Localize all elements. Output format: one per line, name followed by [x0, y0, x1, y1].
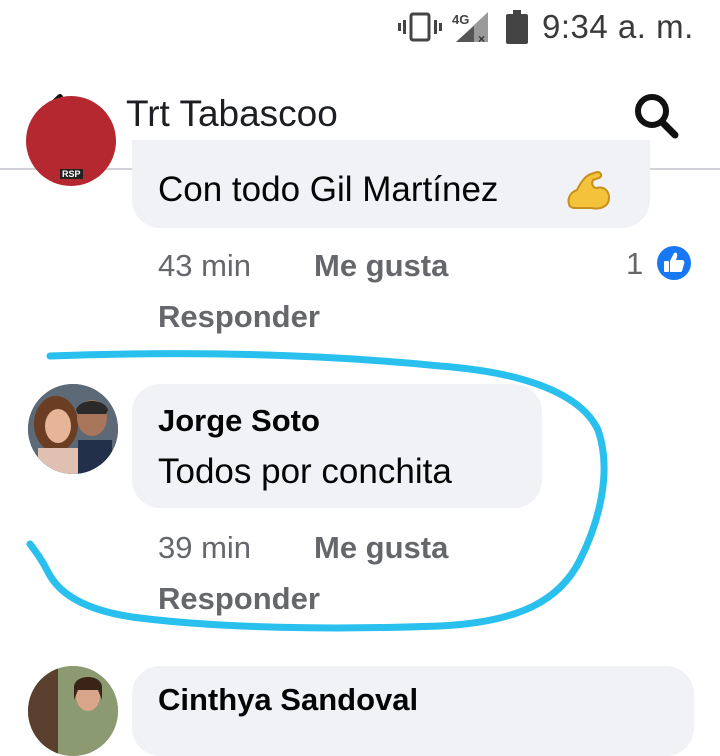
reply-button[interactable]: Responder — [158, 581, 320, 617]
svg-text:×: × — [478, 32, 485, 44]
vibrate-icon — [398, 12, 442, 42]
status-bar: 4G × 9:34 a. m. — [0, 0, 720, 58]
avatar[interactable]: RSP — [26, 96, 116, 186]
comment-author[interactable]: Jorge Soto — [158, 403, 320, 439]
avatar-photo — [28, 384, 118, 474]
comment-text: Todos por conchita — [158, 452, 452, 491]
search-icon[interactable] — [628, 88, 684, 144]
avatar[interactable] — [28, 666, 118, 756]
reply-button[interactable]: Responder — [158, 299, 320, 335]
battery-icon — [506, 10, 528, 44]
avatar[interactable] — [28, 384, 118, 474]
like-button[interactable]: Me gusta — [314, 248, 448, 284]
comment-text: Con todo Gil Martínez — [158, 170, 499, 209]
like-button[interactable]: Me gusta — [314, 530, 448, 566]
reaction-count[interactable]: 1 — [626, 246, 643, 282]
like-reaction-icon[interactable] — [656, 245, 692, 281]
avatar-badge-label: RSP — [60, 169, 83, 179]
flexed-biceps-icon — [567, 170, 611, 210]
comment-time: 39 min — [158, 530, 252, 565]
avatar-photo — [28, 666, 118, 756]
comment-time: 43 min — [158, 248, 252, 283]
network-type-label: 4G — [452, 12, 469, 27]
signal-icon: 4G × — [452, 12, 488, 44]
comment-author[interactable]: Cinthya Sandoval — [158, 682, 418, 718]
page-title: Trt Tabascoo — [126, 93, 338, 134]
status-time: 9:34 a. m. — [542, 8, 694, 45]
